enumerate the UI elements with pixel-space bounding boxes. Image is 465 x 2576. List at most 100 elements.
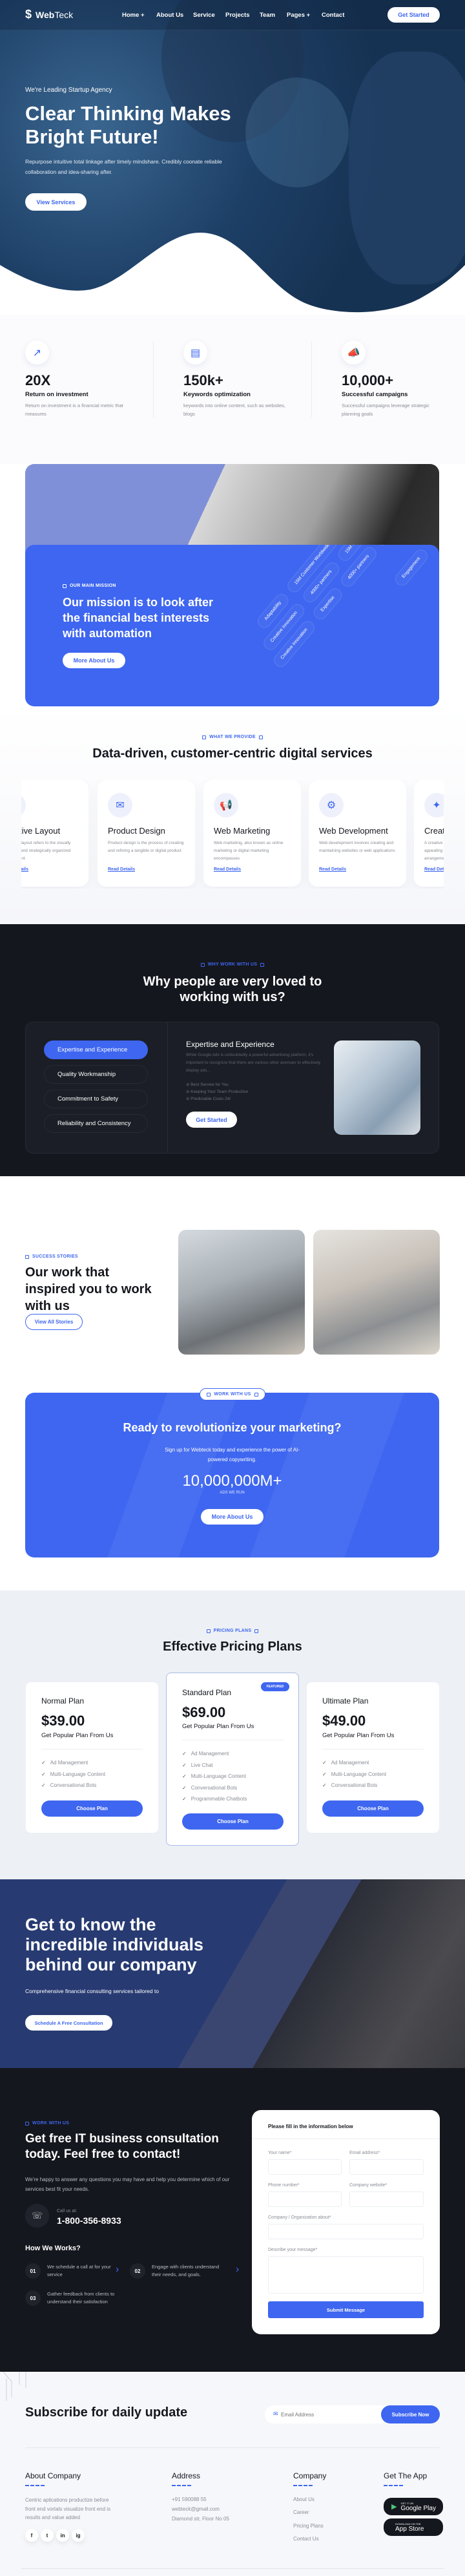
pricing-eyebrow: PRICING PLANS	[0, 1629, 465, 1633]
read-details-link[interactable]: Read Details	[21, 867, 78, 872]
why-eyebrow: WHY WORK WITH US	[0, 962, 465, 967]
plan-feature: ✓ Conversational Bots	[182, 1784, 238, 1791]
email-input[interactable]	[281, 2409, 378, 2420]
facebook-icon[interactable]: f	[25, 2529, 38, 2542]
plan-subtitle: Get Popular Plan From Us	[322, 1732, 395, 1739]
read-details-link[interactable]: Read Details	[214, 867, 291, 872]
tab-quality[interactable]: Quality Workmanship	[44, 1065, 148, 1084]
plan-feature: ✓ Multi-Language Content	[322, 1771, 387, 1777]
stat-item: ↗ 20X Return on investment Return on inv…	[25, 341, 129, 418]
heading-underline	[172, 2485, 191, 2486]
company-input[interactable]	[268, 2224, 424, 2239]
website-input[interactable]	[349, 2191, 424, 2207]
service-card[interactable]: ▦ Creative Layout A creative layout refers…	[21, 780, 88, 887]
plan-name: Ultimate Plan	[322, 1696, 369, 1705]
read-details-link[interactable]: Read Details	[424, 867, 444, 872]
phone-input[interactable]	[268, 2191, 342, 2207]
google-play-button[interactable]: ▶ GET IT ON Google Play	[384, 2498, 443, 2515]
more-about-us-button[interactable]: More About Us	[201, 1509, 264, 1525]
twitter-icon[interactable]: t	[41, 2529, 54, 2542]
choose-plan-button[interactable]: Choose Plan	[322, 1800, 424, 1817]
story-photo[interactable]	[313, 1230, 440, 1355]
check-icon: ✓	[41, 1771, 46, 1777]
chevron-right-icon: ›	[116, 2264, 119, 2275]
service-card[interactable]: 📢 Web Marketing Web marketing, also known …	[203, 780, 301, 887]
read-details-link[interactable]: Read Details	[319, 867, 396, 872]
why-section: WHY WORK WITH US Why people are very lov…	[0, 924, 465, 1176]
layout-icon: ▦	[21, 793, 26, 818]
service-card[interactable]: ✉ Product Design Product design is the pro…	[98, 780, 195, 887]
divider	[153, 341, 154, 417]
contact-section: WORK WITH US Get free IT business consul…	[0, 2068, 465, 2372]
check-icon: ✓	[322, 1771, 327, 1777]
plan-feature: ✓ Conversational Bots	[322, 1782, 378, 1789]
why-title: Why people are very loved to working with…	[143, 975, 322, 1004]
choose-plan-button[interactable]: Choose Plan	[41, 1800, 143, 1817]
schedule-consultation-button[interactable]: Schedule A Free Consultation	[25, 2015, 112, 2031]
app-store-button[interactable]: DOWNLOAD ON THE App Store	[384, 2518, 443, 2536]
step-number: 03	[25, 2290, 41, 2306]
divider	[21, 2568, 444, 2569]
get-started-button[interactable]: Get Started	[186, 1112, 237, 1128]
service-card[interactable]: ⚙ Web Development Web development involves…	[309, 780, 406, 887]
tab-safety[interactable]: Commitment to Safety	[44, 1090, 148, 1108]
cta-text: Sign up for Webteck today and experience…	[165, 1447, 300, 1462]
plan-price: $49.00	[322, 1713, 366, 1729]
call-label: Call us at:	[57, 2209, 78, 2213]
address-email[interactable]: webteck@gmail.com	[172, 2506, 220, 2512]
services-carousel[interactable]: ▦ Creative Layout A creative layout refers…	[21, 780, 444, 889]
footer-link-contact[interactable]: Contact Us	[293, 2536, 319, 2542]
name-input[interactable]	[268, 2159, 342, 2175]
cta-number: 10,000,000M+	[182, 1472, 282, 1490]
mission-eyebrow: OUR MAIN MISSION	[63, 584, 116, 588]
form-title: Please fill in the information below	[268, 2124, 353, 2129]
choose-plan-button[interactable]: Choose Plan	[182, 1813, 284, 1830]
tab-expertise[interactable]: Expertise and Experience	[44, 1040, 148, 1059]
hero-section: $ WebTeck Home + About Us Service Projec…	[0, 0, 465, 317]
stats-section: ↗ 20X Return on investment Return on inv…	[0, 315, 465, 464]
footer-link-pricing[interactable]: Pricing Plans	[293, 2523, 324, 2529]
analytics-report-icon: ▤	[183, 341, 207, 364]
google-play-icon: ▶	[391, 2503, 397, 2511]
email-input[interactable]	[349, 2159, 424, 2175]
pricing-card-standard: FEATURED Standard Plan $69.00 Get Popula…	[166, 1673, 299, 1846]
mission-title: Our mission is to look after the financi…	[63, 596, 214, 640]
team-section: Get to know the incredible individuals beh…	[0, 1879, 465, 2068]
check-item: ⊘ Predictable Costs 24/	[186, 1097, 231, 1101]
mission-tag-engagement: Engagement	[392, 547, 431, 589]
submit-message-button[interactable]: Submit Message	[268, 2301, 424, 2318]
service-desc: A creative layout refers to the visually…	[21, 841, 71, 861]
divider	[252, 2138, 440, 2139]
megaphone-icon: 📢	[214, 793, 238, 818]
circuit-decoration	[3, 2372, 26, 2401]
phone-number[interactable]: 1-800-356-8933	[57, 2215, 121, 2226]
footer-link-career[interactable]: Career	[293, 2509, 309, 2515]
website-label: Company website*	[349, 2183, 388, 2188]
instagram-icon[interactable]: ig	[72, 2529, 85, 2542]
plan-feature: ✓ Conversational Bots	[41, 1782, 97, 1789]
plan-price: $69.00	[182, 1704, 226, 1720]
service-title: Creative Layout	[424, 826, 444, 836]
linkedin-icon[interactable]: in	[56, 2529, 69, 2542]
subscribe-now-button[interactable]: Subscribe Now	[381, 2405, 440, 2423]
more-about-us-button[interactable]: More About Us	[63, 653, 125, 668]
service-title: Web Marketing	[214, 826, 271, 836]
service-desc: Web development involves creating and ma…	[319, 841, 395, 853]
step-number: 01	[25, 2263, 41, 2279]
footer-link-about[interactable]: About Us	[293, 2497, 315, 2502]
read-details-link[interactable]: Read Details	[108, 867, 185, 872]
heading-underline	[25, 2485, 45, 2486]
step-text: Engage with clients understand their nee…	[152, 2264, 220, 2277]
stories-eyebrow: SUCCESS STORIES	[25, 1254, 78, 1259]
stat-value: 20X	[25, 372, 51, 388]
plan-feature: ✓ Multi-Language Content	[41, 1771, 106, 1777]
stat-desc: keywords into online content, such as we…	[183, 403, 286, 417]
tab-reliability[interactable]: Reliability and Consistency	[44, 1114, 148, 1133]
message-textarea[interactable]	[268, 2256, 424, 2294]
service-card[interactable]: ✦ Creative Layout A creative layout refers…	[414, 780, 444, 887]
view-all-stories-button[interactable]: View All Stories	[25, 1314, 83, 1330]
stat-item: ▤ 150k+ Keywords optimization keywords i…	[183, 341, 287, 418]
story-photo[interactable]	[178, 1230, 305, 1355]
stat-label: Keywords optimization	[183, 391, 251, 398]
service-title: Creative Layout	[21, 826, 61, 836]
